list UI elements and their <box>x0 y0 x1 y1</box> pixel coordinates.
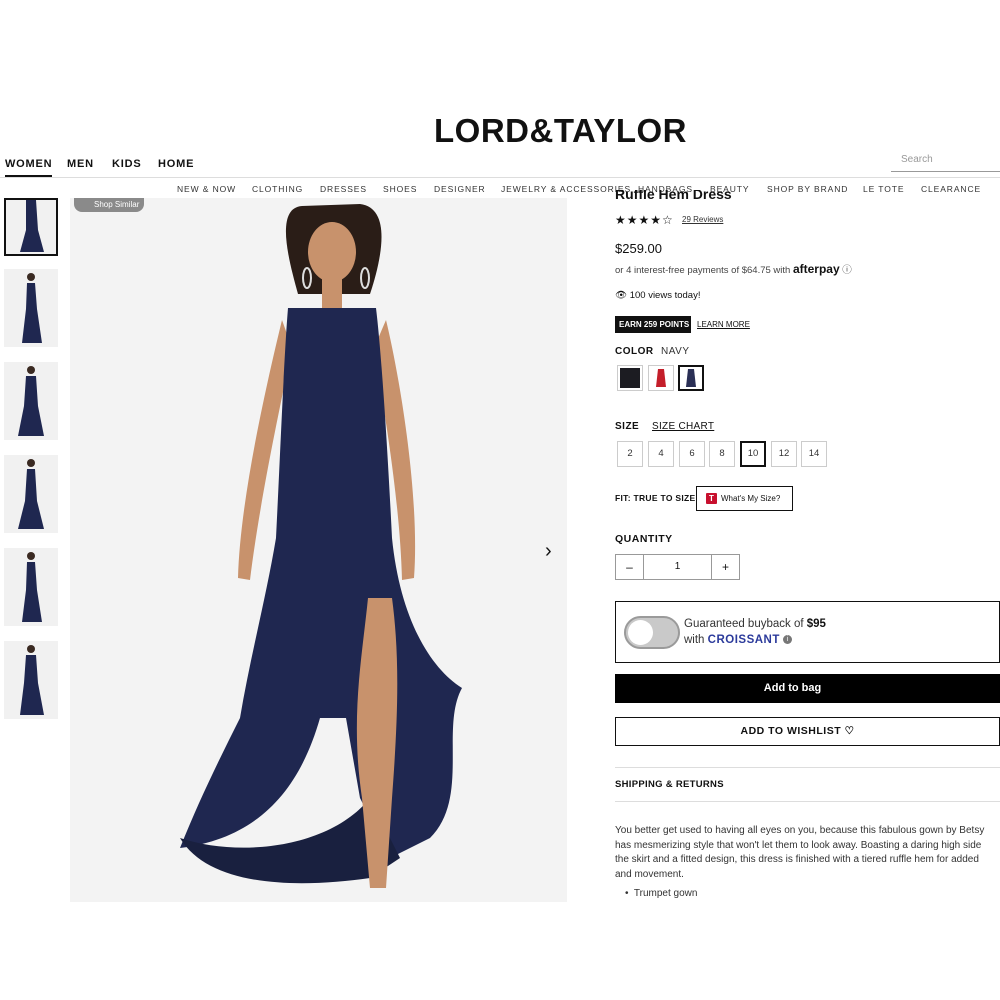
whats-my-size-label: What's My Size? <box>721 494 781 503</box>
product-image[interactable] <box>70 198 567 902</box>
category-clothing[interactable]: CLOTHING <box>252 184 303 194</box>
feature-text: Trumpet gown <box>633 888 698 899</box>
thumbnail-6[interactable] <box>4 641 58 719</box>
category-dresses[interactable]: DRESSES <box>320 184 367 194</box>
nav-home[interactable]: HOME <box>158 158 194 170</box>
croissant-logo: CROISSANT <box>707 634 780 646</box>
fit-info: FIT: TRUE TO SIZE <box>615 493 696 503</box>
buyback-text: Guaranteed buyback of $95 <box>684 618 826 630</box>
size-label: SIZE <box>615 421 640 432</box>
divider <box>615 801 1000 802</box>
divider <box>615 767 1000 768</box>
quantity-input[interactable]: 1 <box>644 555 711 579</box>
add-to-wishlist-button[interactable]: ADD TO WISHLIST ♡ <box>615 717 1000 746</box>
thumbnail-3[interactable] <box>4 362 58 440</box>
info-icon[interactable]: ⓘ <box>842 265 852 276</box>
thumbnail-5[interactable] <box>4 548 58 626</box>
size-option-2[interactable]: 2 <box>617 441 643 467</box>
buyback-toggle[interactable] <box>624 616 680 649</box>
thumbnail-4[interactable] <box>4 455 58 533</box>
site-logo[interactable]: LORD&TAYLOR <box>434 112 687 150</box>
shipping-returns-toggle[interactable]: SHIPPING & RETURNS <box>615 779 724 790</box>
heart-icon: ♡ <box>844 725 855 737</box>
size-option-12[interactable]: 12 <box>771 441 797 467</box>
description-line: and movement. <box>615 868 684 880</box>
truefit-icon: T <box>706 493 717 504</box>
learn-more-link[interactable]: LEARN MORE <box>697 320 750 329</box>
quantity-stepper: – 1 + <box>615 554 740 580</box>
size-option-6[interactable]: 6 <box>679 441 705 467</box>
views-counter: 👁 100 views today! <box>615 290 700 301</box>
category-clearance[interactable]: CLEARANCE <box>921 184 981 194</box>
rating-stars: ★★★★☆ <box>615 213 674 227</box>
thumbnail-1[interactable] <box>4 198 58 256</box>
category-new-now[interactable]: NEW & NOW <box>177 184 236 194</box>
installment-label: or 4 interest-free payments of $64.75 wi… <box>615 265 791 276</box>
color-label: COLOR <box>615 346 654 357</box>
product-price: $259.00 <box>615 241 662 256</box>
search-input[interactable]: Search <box>891 150 1000 172</box>
buyback-label: Guaranteed buyback of <box>684 618 804 630</box>
swatch-black[interactable] <box>617 365 643 391</box>
size-option-8[interactable]: 8 <box>709 441 735 467</box>
main-nav: WOMEN MEN KIDS HOME <box>0 156 1000 178</box>
buyback-panel: Guaranteed buyback of $95 with CROISSANT… <box>615 601 1000 663</box>
thumbnail-2[interactable] <box>4 269 58 347</box>
add-to-bag-button[interactable]: Add to bag <box>615 674 1000 703</box>
size-option-4[interactable]: 4 <box>648 441 674 467</box>
views-text: 100 views today! <box>629 290 701 301</box>
info-icon[interactable]: i <box>783 635 793 645</box>
category-designer[interactable]: DESIGNER <box>434 184 486 194</box>
reviews-link[interactable]: 29 Reviews <box>682 215 723 224</box>
nav-kids[interactable]: KIDS <box>112 158 141 170</box>
nav-women[interactable]: WOMEN <box>5 158 53 177</box>
description-line: the skirt and a fitted design, this dres… <box>615 854 979 865</box>
description-line: You better get used to having all eyes o… <box>615 825 985 836</box>
feature-bullet: • Trumpet gown <box>625 888 698 899</box>
category-jewelry[interactable]: JEWELRY & ACCESSORIES <box>501 184 631 194</box>
size-option-14[interactable]: 14 <box>801 441 827 467</box>
buyback-amount: $95 <box>806 618 826 630</box>
decrease-quantity-button[interactable]: – <box>616 555 644 579</box>
afterpay-logo: afterpay <box>792 262 840 276</box>
description-line: has mesmerizing style that won't let the… <box>615 839 982 851</box>
product-title: Ruffle Hem Dress <box>615 190 732 202</box>
quantity-label: QUANTITY <box>615 533 673 545</box>
points-badge: EARN 259 POINTS <box>615 316 691 333</box>
color-value: NAVY <box>661 346 690 357</box>
eye-icon: 👁 <box>615 290 628 301</box>
whats-my-size-button[interactable]: T What's My Size? <box>696 486 793 511</box>
installment-text: or 4 interest-free payments of $64.75 wi… <box>615 262 852 276</box>
category-le-tote[interactable]: LE TOTE <box>863 184 904 194</box>
shop-similar-button[interactable]: Shop Similar <box>74 198 144 212</box>
buyback-provider: with CROISSANT i <box>684 634 793 646</box>
chevron-right-icon[interactable]: › <box>545 540 552 563</box>
size-chart-link[interactable]: SIZE CHART <box>652 421 714 432</box>
swatch-navy[interactable] <box>678 365 704 391</box>
increase-quantity-button[interactable]: + <box>711 555 739 579</box>
size-option-10[interactable]: 10 <box>740 441 766 467</box>
category-shoes[interactable]: SHOES <box>383 184 417 194</box>
wishlist-label: ADD TO WISHLIST <box>740 725 842 737</box>
buyback-with: with <box>684 634 705 646</box>
nav-men[interactable]: MEN <box>67 158 94 170</box>
category-nav: NEW & NOW CLOTHING DRESSES SHOES DESIGNE… <box>0 177 1000 199</box>
swatch-red[interactable] <box>648 365 674 391</box>
product-description: You better get used to having all eyes o… <box>615 824 1000 882</box>
